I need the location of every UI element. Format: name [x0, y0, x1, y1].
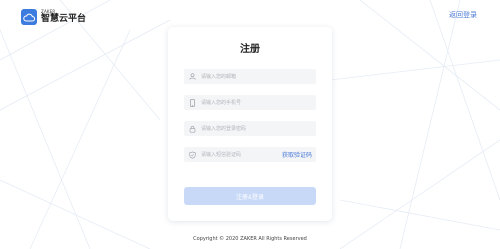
app-name: 智慧云平台 — [41, 14, 87, 24]
phone-field[interactable] — [184, 95, 316, 110]
register-card: 注册 获取验证码 注册&登录 — [168, 27, 332, 221]
code-field[interactable]: 获取验证码 — [184, 147, 316, 162]
register-login-button[interactable]: 注册&登录 — [184, 187, 316, 205]
email-field[interactable] — [184, 69, 316, 84]
get-code-button[interactable]: 获取验证码 — [282, 150, 312, 159]
password-input[interactable] — [200, 121, 316, 136]
copyright-text: Copyright © 2020 ZAKER All Rights Reserv… — [193, 236, 307, 242]
user-icon — [184, 69, 200, 84]
back-to-login-link[interactable]: 返回登录 — [449, 10, 477, 20]
phone-icon — [184, 95, 200, 110]
email-input[interactable] — [200, 69, 316, 84]
cloud-icon — [21, 9, 37, 25]
sms-code-input[interactable] — [200, 147, 282, 162]
logo: ZAKER 智慧云平台 — [21, 9, 86, 25]
shield-icon — [184, 147, 200, 162]
phone-input[interactable] — [200, 95, 316, 110]
password-field[interactable] — [184, 121, 316, 136]
lock-icon — [184, 121, 200, 136]
page-title: 注册 — [240, 44, 260, 55]
